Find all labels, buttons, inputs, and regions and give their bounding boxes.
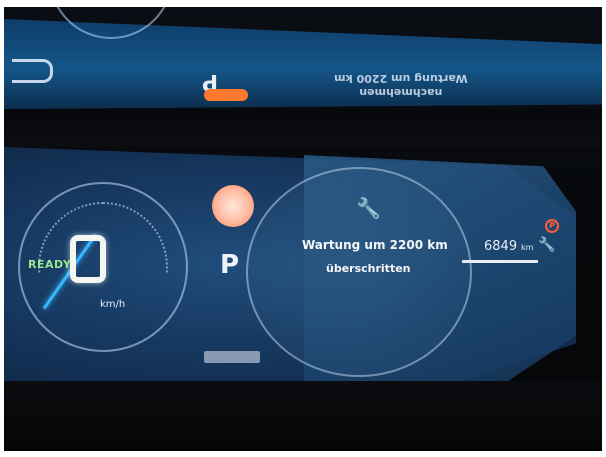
photo-frame: P nachmehmen Wartung um 2200 km READY km…: [0, 0, 606, 457]
reflection-line-1: nachmehmen: [359, 86, 443, 99]
reflection-shape: [12, 59, 53, 83]
wrench-icon: 🔧: [356, 196, 381, 220]
dashboard-gap: [4, 109, 602, 147]
dashboard-lower-trim: [4, 381, 602, 451]
parking-brake-icon: P: [545, 219, 559, 233]
speed-unit: km/h: [100, 299, 126, 310]
gear-indicator: P: [220, 250, 240, 280]
odometer-value: 6849: [484, 239, 518, 254]
brand-badge: [204, 351, 260, 363]
dashboard-photo: P nachmehmen Wartung um 2200 km READY km…: [4, 7, 602, 451]
ready-indicator: READY: [28, 258, 72, 271]
warning-lamp-icon: [212, 185, 254, 227]
odometer-unit: km: [521, 243, 534, 252]
odometer-bar: [462, 260, 538, 263]
reflection-text: nachmehmen Wartung um 2200 km: [334, 71, 468, 99]
reflection-line-2: Wartung um 2200 km: [334, 72, 468, 85]
odometer-wrench-icon: 🔧: [538, 237, 556, 253]
reflection-lamp: [204, 89, 248, 101]
speedometer-center-box: [70, 235, 106, 283]
service-message-line-1: Wartung um 2200 km: [302, 238, 448, 252]
service-message-line-2: überschritten: [326, 262, 411, 275]
